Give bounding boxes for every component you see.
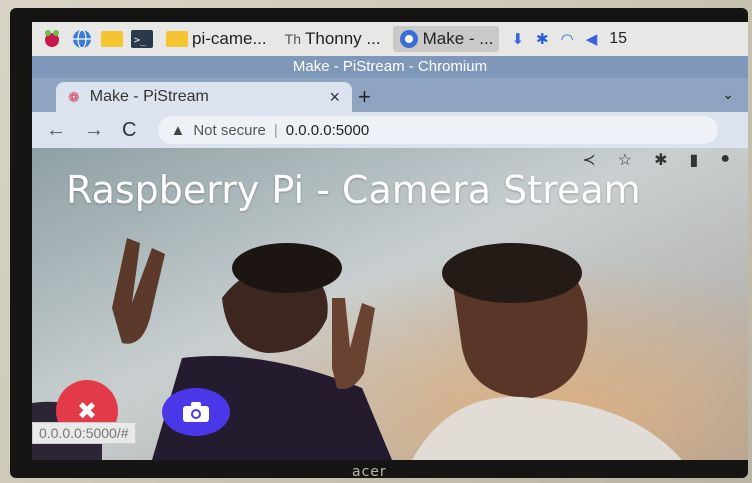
address-bar[interactable]: ▲ Not secure | 0.0.0.0:5000 [158,116,719,144]
security-label: Not secure [193,121,266,139]
page-title: Raspberry Pi - Camera Stream [66,168,641,212]
taskbar-item-pi-camera[interactable]: pi-came... [160,26,273,52]
screen: >_ pi-came... Th Thonny ... Make - ... ⬇ … [32,22,748,460]
monitor-brand-logo: acer [352,464,387,480]
window-title: Make - PiStream - Chromium [32,56,748,78]
reload-icon[interactable]: C [122,119,136,142]
taskbar: >_ pi-came... Th Thonny ... Make - ... ⬇ … [32,22,748,56]
tab-pistream[interactable]: ❁ Make - PiStream × [56,82,352,112]
share-icon[interactable]: ≺ [582,150,595,170]
system-tray: ⬇ ✱ ◠ ◀ 15 [511,30,627,48]
extensions-icon[interactable]: ✱ [654,150,667,170]
svg-text:>_: >_ [134,35,147,46]
snapshot-button[interactable] [162,388,230,436]
back-icon[interactable]: ← [46,119,66,142]
side-panel-icon[interactable]: ▮ [690,150,699,170]
raspberry-favicon-icon: ❁ [68,88,80,105]
status-bubble-url: 0.0.0.0:5000/# [32,422,136,444]
separator: | [273,121,278,139]
download-icon[interactable]: ⬇ [511,30,524,48]
new-tab-button[interactable]: + [358,84,371,110]
thonny-icon: Th [284,31,301,47]
folder-icon [166,31,188,47]
profile-icon[interactable]: ● [720,150,730,170]
bookmark-star-icon[interactable]: ☆ [618,150,632,170]
url-text: 0.0.0.0:5000 [285,121,370,139]
terminal-icon[interactable]: >_ [130,27,154,51]
taskbar-item-thonny[interactable]: Th Thonny ... [279,26,387,52]
globe-icon[interactable] [70,27,94,51]
chromium-icon [399,30,418,48]
chevron-down-icon[interactable]: ⌄ [722,86,734,103]
page-viewport: Raspberry Pi - Camera Stream ✖ 0.0.0.0:5… [32,148,748,460]
camera-icon [183,402,209,422]
wifi-icon[interactable]: ◠ [561,30,574,48]
warning-icon: ▲ [170,121,186,139]
raspberry-menu-icon[interactable] [40,27,64,51]
file-manager-icon[interactable] [100,27,124,51]
volume-icon[interactable]: ◀ [586,30,598,48]
toolbar-actions: ≺ ☆ ✱ ▮ ● [32,148,748,174]
close-tab-icon[interactable]: × [329,87,340,108]
tab-strip: ❁ Make - PiStream × + ⌄ [32,78,748,112]
forward-icon[interactable]: → [84,119,104,142]
bluetooth-icon[interactable]: ✱ [536,30,549,48]
taskbar-item-chromium[interactable]: Make - ... [392,26,500,52]
browser-toolbar: ← → C ▲ Not secure | 0.0.0.0:5000 [32,112,748,148]
tab-title: Make - PiStream [89,88,209,105]
clock: 15 [609,30,628,47]
